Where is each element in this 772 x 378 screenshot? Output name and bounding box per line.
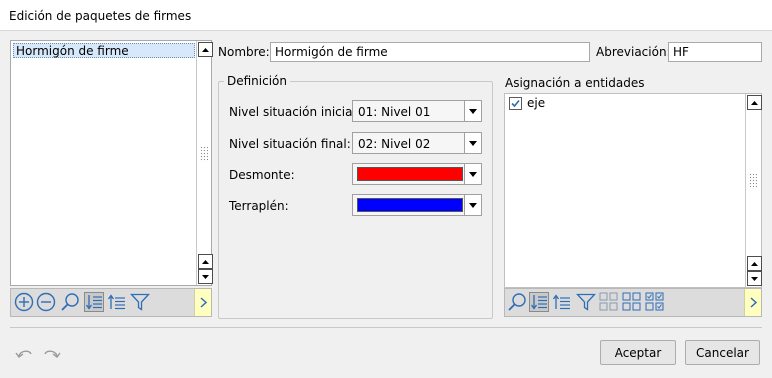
footer-separator <box>10 327 762 328</box>
checkmark-icon <box>511 99 520 108</box>
remove-icon[interactable] <box>36 292 56 312</box>
nivel-final-select[interactable]: 02: Nivel 02 <box>352 132 482 154</box>
undo-icon[interactable] <box>14 344 34 362</box>
scroll-down-button[interactable] <box>198 269 213 284</box>
arrow-up-icon <box>202 259 209 264</box>
filter-icon[interactable] <box>576 292 596 312</box>
entidades-scrollbar[interactable] <box>745 94 762 287</box>
scroll-grip[interactable] <box>749 173 757 189</box>
terraplen-label: Terraplén: <box>229 199 289 213</box>
cancel-label: Cancelar <box>696 345 749 360</box>
definicion-legend: Definición <box>224 74 290 88</box>
redo-icon[interactable] <box>42 344 62 362</box>
sort-descending-icon[interactable] <box>84 292 104 312</box>
chevron-down-icon[interactable] <box>464 164 481 184</box>
search-icon[interactable] <box>507 292 527 312</box>
nombre-field[interactable]: Hormigón de firme <box>270 42 590 62</box>
accept-label: Aceptar <box>614 345 662 360</box>
nivel-inicial-value: 01: Nivel 01 <box>358 105 431 119</box>
cancel-button[interactable]: Cancelar <box>685 340 760 365</box>
nivel-inicial-select[interactable]: 01: Nivel 01 <box>352 100 482 122</box>
add-icon[interactable] <box>14 292 34 312</box>
terraplen-color-swatch <box>357 198 463 212</box>
chevron-right-icon <box>750 297 758 308</box>
terraplen-color-select[interactable] <box>352 194 482 216</box>
nombre-value: Hormigón de firme <box>275 45 388 59</box>
scroll-grip[interactable] <box>200 146 208 162</box>
list-toolbar <box>10 288 212 317</box>
scroll-up-bottom-button[interactable] <box>198 254 213 269</box>
scroll-up-button[interactable] <box>747 95 762 110</box>
asignacion-title: Asignación a entidades <box>505 76 645 90</box>
eje-checkbox[interactable] <box>509 97 522 110</box>
list-item-label: Hormigón de firme <box>16 44 129 58</box>
desmonte-color-select[interactable] <box>352 163 482 185</box>
window-titlebar: Edición de paquetes de firmes <box>0 0 772 31</box>
abreviacion-field[interactable]: HF <box>668 42 762 62</box>
arrow-up-icon <box>751 261 758 266</box>
search-icon[interactable] <box>60 292 80 312</box>
entidades-list[interactable]: eje <box>504 93 762 288</box>
nivel-final-label: Nivel situación final: <box>229 137 351 151</box>
arrow-up-icon <box>202 47 209 52</box>
check-all-icon[interactable] <box>622 292 642 312</box>
chevron-down-icon[interactable] <box>464 195 481 215</box>
check-selected-icon[interactable] <box>645 292 665 312</box>
sort-ascending-icon[interactable] <box>552 292 572 312</box>
scroll-up-button[interactable] <box>198 42 213 57</box>
more-button[interactable] <box>194 289 211 316</box>
filter-icon[interactable] <box>130 292 150 312</box>
arrow-up-icon <box>751 100 758 105</box>
desmonte-label: Desmonte: <box>229 168 295 182</box>
desmonte-color-swatch <box>357 167 463 181</box>
nivel-inicial-label: Nivel situación inicial: <box>229 105 360 119</box>
abreviacion-label: Abreviación: <box>596 45 671 59</box>
more-button[interactable] <box>744 289 761 316</box>
arrow-down-icon <box>202 274 209 279</box>
sort-descending-icon[interactable] <box>529 292 549 312</box>
paquetes-list[interactable]: Hormigón de firme <box>10 40 213 286</box>
window-title: Edición de paquetes de firmes <box>9 9 192 23</box>
nombre-label: Nombre: <box>218 45 270 59</box>
scroll-down-button[interactable] <box>747 271 762 286</box>
scroll-up-bottom-button[interactable] <box>747 256 762 271</box>
chevron-down-icon[interactable] <box>464 101 481 121</box>
sort-ascending-icon[interactable] <box>107 292 127 312</box>
chevron-right-icon <box>200 297 208 308</box>
list-item[interactable]: Hormigón de firme <box>13 43 195 58</box>
uncheck-all-icon[interactable] <box>599 292 619 312</box>
abreviacion-value: HF <box>673 45 689 59</box>
list-scrollbar[interactable] <box>196 41 213 285</box>
accept-button[interactable]: Aceptar <box>600 340 676 365</box>
arrow-down-icon <box>751 276 758 281</box>
nivel-final-value: 02: Nivel 02 <box>358 137 431 151</box>
entidades-toolbar <box>504 288 762 317</box>
eje-label: eje <box>527 96 546 110</box>
chevron-down-icon[interactable] <box>464 133 481 153</box>
